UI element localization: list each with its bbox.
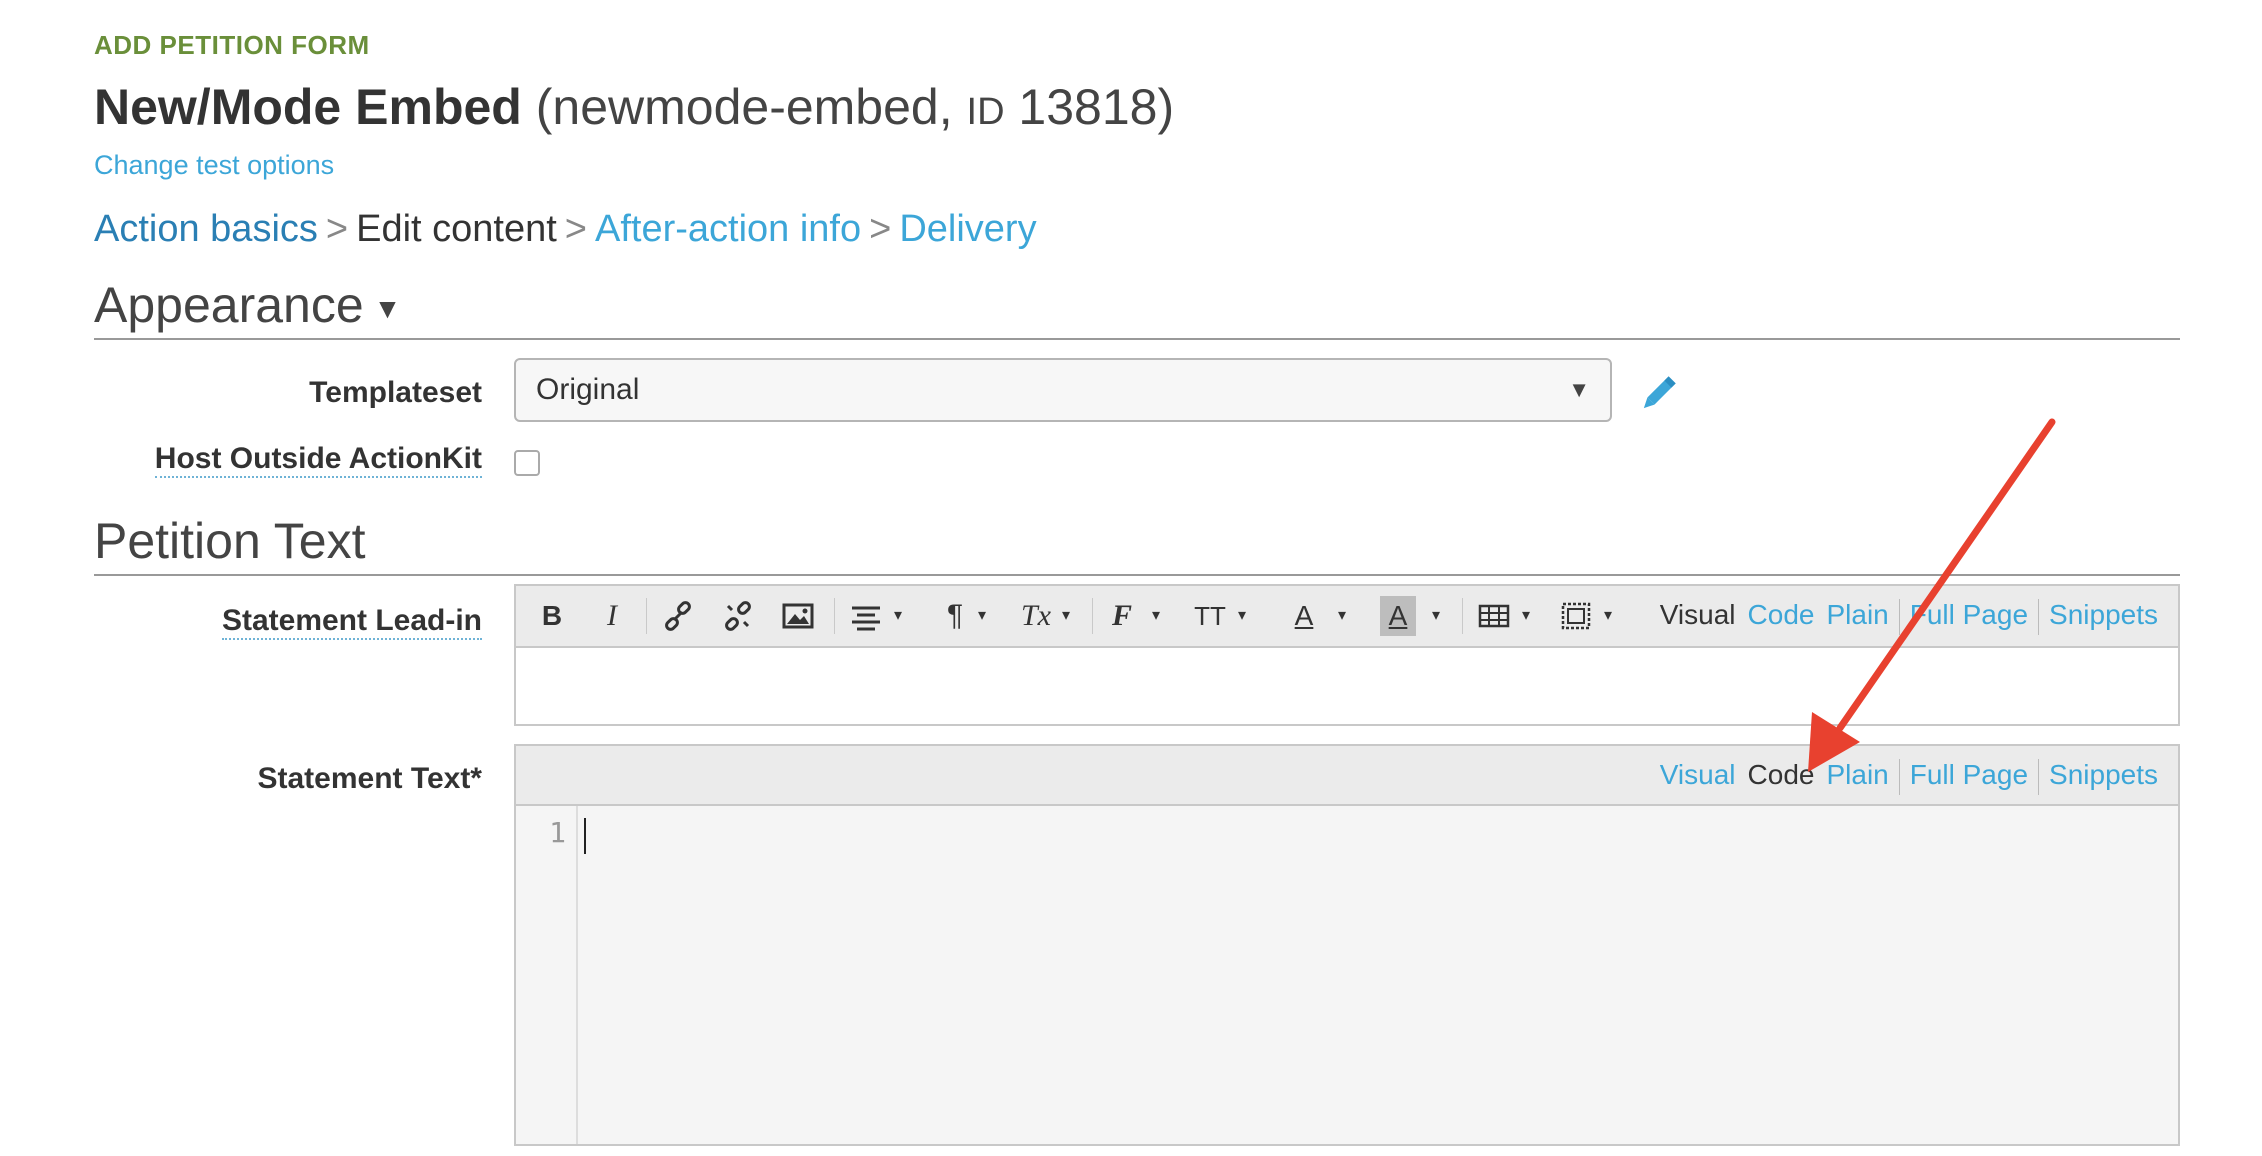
- appearance-section-toggle[interactable]: Appearance ▼: [94, 280, 2180, 340]
- title-id-value: 13818): [1004, 79, 1175, 135]
- title-slug: (newmode-embed,: [535, 79, 967, 135]
- templateset-value: Original: [536, 373, 640, 406]
- mode-snippets[interactable]: Snippets: [2049, 599, 2158, 630]
- chevron-down-icon[interactable]: ▾: [1598, 596, 1618, 636]
- toolbar-divider: [834, 598, 835, 634]
- statement-leadin-content[interactable]: [516, 648, 2178, 724]
- clear-format-button[interactable]: Tx: [1016, 596, 1056, 636]
- text-color-button[interactable]: A: [1286, 596, 1322, 636]
- title-name: New/Mode Embed: [94, 79, 522, 135]
- statement-leadin-editor: B I ▾ ¶ ▾ Tx ▾ F ▾ TT ▾ A ▾ A ▾ ▾ ▾ Visu…: [514, 584, 2180, 726]
- paragraph-button[interactable]: ¶: [940, 596, 970, 636]
- chevron-down-icon[interactable]: ▾: [888, 596, 908, 636]
- mode-plain[interactable]: Plain: [1826, 599, 1888, 630]
- breadcrumb-separator: >: [564, 208, 587, 250]
- link-icon[interactable]: [658, 596, 698, 636]
- chevron-down-icon[interactable]: ▾: [1056, 596, 1076, 636]
- editor-mode-switcher: Visual Code Plain Full Page Snippets: [1654, 586, 2164, 644]
- mode-visual[interactable]: Visual: [1660, 599, 1736, 630]
- code-editor-area[interactable]: 1: [516, 806, 2178, 1144]
- mode-full-page[interactable]: Full Page: [1910, 759, 2028, 790]
- statement-leadin-label: Statement Lead-in: [221, 604, 482, 640]
- toolbar-divider: [646, 598, 647, 634]
- breadcrumb-separator: >: [325, 208, 349, 250]
- bold-button[interactable]: B: [534, 596, 570, 636]
- mode-divider: [2038, 758, 2040, 795]
- mode-divider: [2038, 598, 2040, 635]
- title-meta: (newmode-embed, ID 13818): [536, 79, 1174, 135]
- table-icon[interactable]: [1474, 596, 1514, 636]
- background-color-button[interactable]: A: [1380, 596, 1416, 636]
- breadcrumb-action-basics[interactable]: Action basics: [94, 208, 318, 250]
- breadcrumb-separator: >: [869, 208, 892, 250]
- page-title: New/Mode Embed (newmode-embed, ID 13818): [94, 78, 1174, 136]
- editor-mode-switcher: Visual Code Plain Full Page Snippets: [1654, 746, 2164, 804]
- dropdown-arrow-icon: ▼: [1568, 377, 1590, 402]
- unlink-icon[interactable]: [718, 596, 758, 636]
- font-family-button[interactable]: F: [1104, 596, 1140, 636]
- breadcrumb-after-action-info[interactable]: After-action info: [595, 208, 861, 250]
- templateset-select[interactable]: Original ▼: [514, 358, 1612, 422]
- petition-text-heading: Petition Text: [94, 516, 2180, 576]
- title-id-label: ID: [966, 91, 1005, 133]
- pencil-edit-icon[interactable]: [1636, 372, 1680, 416]
- code-editor-toolbar: Visual Code Plain Full Page Snippets: [516, 746, 2178, 806]
- toolbar-divider: [1462, 598, 1463, 634]
- form-kicker: ADD PETITION FORM: [94, 30, 370, 60]
- chevron-down-icon[interactable]: ▾: [1146, 596, 1166, 636]
- mode-code[interactable]: Code: [1748, 759, 1815, 790]
- mode-visual[interactable]: Visual: [1660, 759, 1736, 790]
- chevron-down-icon[interactable]: ▾: [1426, 596, 1446, 636]
- appearance-heading: Appearance: [94, 277, 364, 333]
- chevron-down-icon[interactable]: ▾: [1516, 596, 1536, 636]
- text-cursor: [584, 818, 586, 854]
- align-center-icon[interactable]: [846, 596, 886, 636]
- host-outside-actionkit-checkbox[interactable]: [514, 450, 540, 476]
- statement-text-label: Statement Text*: [257, 762, 482, 795]
- templateset-label: Templateset: [309, 376, 482, 409]
- breadcrumb-delivery[interactable]: Delivery: [899, 208, 1036, 250]
- editor-toolbar: B I ▾ ¶ ▾ Tx ▾ F ▾ TT ▾ A ▾ A ▾ ▾ ▾ Visu…: [516, 586, 2178, 648]
- change-test-options-link[interactable]: Change test options: [94, 150, 334, 181]
- template-block-icon[interactable]: [1556, 596, 1596, 636]
- mode-code[interactable]: Code: [1748, 599, 1815, 630]
- mode-divider: [1898, 598, 1900, 635]
- image-icon[interactable]: [778, 596, 818, 636]
- host-outside-actionkit-label: Host Outside ActionKit: [154, 442, 482, 478]
- chevron-down-icon[interactable]: ▾: [1232, 596, 1252, 636]
- mode-plain[interactable]: Plain: [1826, 759, 1888, 790]
- font-size-button[interactable]: TT: [1190, 596, 1230, 636]
- breadcrumb: Action basics > Edit content > After-action …: [94, 208, 1037, 251]
- toolbar-divider: [1092, 598, 1093, 634]
- chevron-down-icon[interactable]: ▾: [972, 596, 992, 636]
- mode-divider: [1898, 758, 1900, 795]
- line-number: 1: [549, 816, 566, 849]
- breadcrumb-edit-content: Edit content: [356, 208, 557, 250]
- italic-button[interactable]: I: [594, 596, 630, 636]
- page: ADD PETITION FORM New/Mode Embed (newmod…: [0, 0, 2262, 1156]
- line-number-gutter: 1: [516, 806, 578, 1144]
- chevron-down-icon[interactable]: ▾: [1332, 596, 1352, 636]
- caret-down-icon: ▼: [373, 292, 402, 324]
- mode-full-page[interactable]: Full Page: [1910, 599, 2028, 630]
- mode-snippets[interactable]: Snippets: [2049, 759, 2158, 790]
- statement-text-editor: Visual Code Plain Full Page Snippets 1: [514, 744, 2180, 1146]
